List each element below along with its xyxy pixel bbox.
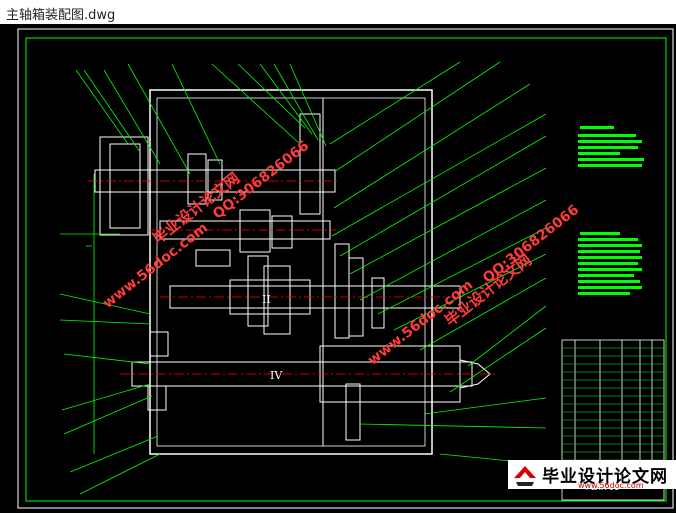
tech-notes bbox=[578, 126, 644, 295]
cad-canvas[interactable]: II IV PLXR-01 毕业设计论文网 QQ:306826066 www.5… bbox=[0, 24, 676, 513]
title-block-rows bbox=[562, 347, 664, 469]
brand-emblem-icon bbox=[514, 466, 536, 486]
shaft-label-2: II bbox=[262, 293, 271, 306]
window-title: 主轴箱装配图.dwg bbox=[6, 8, 116, 23]
brand-url: www.56doc.com bbox=[578, 481, 644, 490]
shaft-label-4: IV bbox=[270, 369, 283, 382]
gearbox-housing bbox=[149, 89, 433, 455]
drawing-svg: II IV PLXR-01 bbox=[17, 28, 674, 509]
window-titlebar: 主轴箱装配图.dwg bbox=[0, 0, 676, 24]
brand-logo: 毕业设计论文网 www.56doc.com bbox=[508, 460, 676, 490]
